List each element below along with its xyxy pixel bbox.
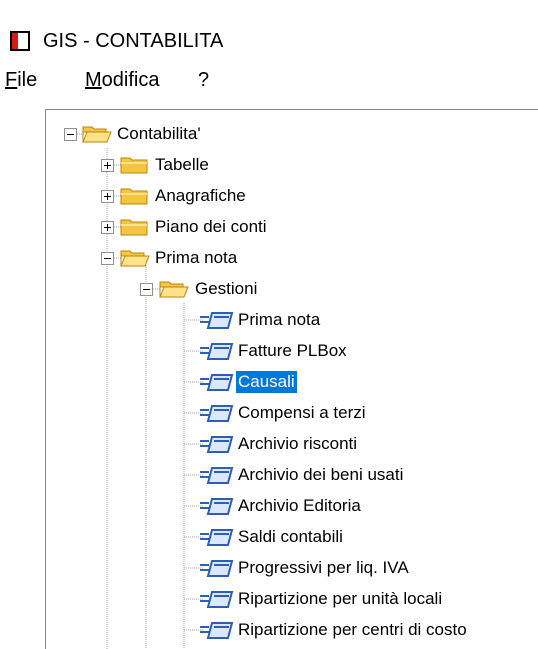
tree-node-root[interactable]: Contabilita' [115,123,203,145]
expander-minus [143,289,150,290]
expander-minus [104,258,111,259]
tree-node-piano-dei-conti[interactable]: Piano dei conti [153,216,269,238]
form-icon [200,588,234,610]
tree-leaf-archivio-editoria[interactable]: Archivio Editoria [236,495,363,517]
menu-help[interactable]: ? [198,68,209,92]
tree-leaf-ripartizione-per-unit-locali[interactable]: Ripartizione per unità locali [236,588,444,610]
menu-file[interactable]: File [5,68,37,92]
tree-leaf-ripartizione-per-centri-di-costo[interactable]: Ripartizione per centri di costo [236,619,469,641]
tree-node-gestioni[interactable]: Gestioni [193,278,259,300]
menu-file-accel: F [5,69,18,91]
app-icon[interactable] [10,31,30,51]
form-icon [200,464,234,486]
form-icon [200,340,234,362]
tree-leaf-prima-nota[interactable]: Prima nota [236,309,322,331]
tree-node-prima-nota[interactable]: Prima nota [153,247,239,269]
form-icon [200,495,234,517]
tree-view[interactable]: Contabilita' Tabelle Anagrafiche Piano dei … [45,109,538,649]
form-icon [200,619,234,641]
form-icon [200,433,234,455]
expander-anagrafiche[interactable] [101,190,114,203]
folder-icon [119,184,151,208]
menu-modifica-accel: M [85,69,102,91]
tree-leaf-causali[interactable]: Causali [236,371,297,393]
folder-open-icon [158,277,190,301]
tree-leaf-archivio-dei-beni-usati[interactable]: Archivio dei beni usati [236,464,405,486]
folder-open-icon [81,122,113,146]
folder-icon [119,153,151,177]
expander-piano-dei-conti[interactable] [101,221,114,234]
expander-tabelle[interactable] [101,159,114,172]
folder-open-icon [119,246,151,270]
folder-icon [119,215,151,239]
form-icon [200,371,234,393]
expander-gestioni[interactable] [140,283,153,296]
tree-node-tabelle[interactable]: Tabelle [153,154,211,176]
expander-root[interactable] [64,128,77,141]
expander-plus [107,162,108,169]
tree-leaf-saldi-contabili[interactable]: Saldi contabili [236,526,345,548]
form-icon [200,557,234,579]
menu-modifica[interactable]: Modifica [85,68,159,92]
menu-file-rest: ile [17,69,38,91]
expander-prima-nota[interactable] [101,252,114,265]
menu-bar: File Modifica ? [0,62,538,96]
expander-plus [107,193,108,200]
form-icon [200,526,234,548]
expander-minus [67,134,74,135]
tree-node-anagrafiche[interactable]: Anagrafiche [153,185,248,207]
tree-leaf-compensi-a-terzi[interactable]: Compensi a terzi [236,402,368,424]
form-icon [200,309,234,331]
tree-leaf-progressivi-per-liq-iva[interactable]: Progressivi per liq. IVA [236,557,411,579]
form-icon [200,402,234,424]
window-title: GIS - CONTABILITA [43,30,224,52]
title-bar: GIS - CONTABILITA [0,0,538,62]
menu-modifica-rest: odifica [101,69,160,91]
tree-leaf-archivio-risconti[interactable]: Archivio risconti [236,433,359,455]
tree-leaf-fatture-plbox[interactable]: Fatture PLBox [236,340,349,362]
expander-plus [107,224,108,231]
